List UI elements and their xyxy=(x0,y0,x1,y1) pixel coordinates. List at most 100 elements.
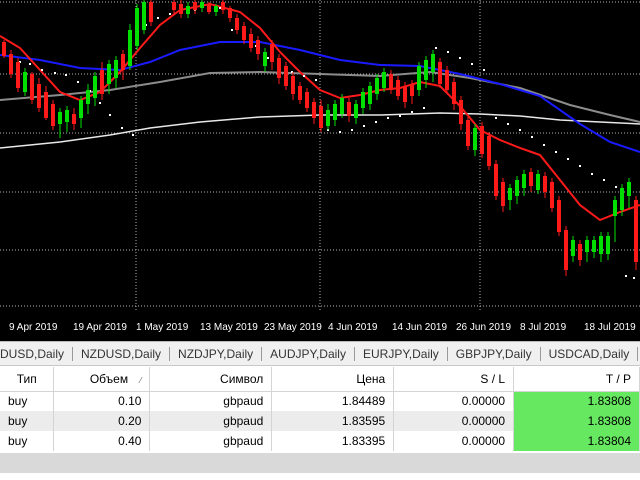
candle-body xyxy=(200,2,204,8)
candle-body xyxy=(585,240,589,252)
sar-dot xyxy=(219,7,221,9)
terminal-status-strip xyxy=(0,453,640,473)
date-label: 18 Jul 2019 xyxy=(584,322,636,333)
sar-dot xyxy=(169,13,171,15)
column-header-symbol[interactable]: Символ xyxy=(149,367,273,392)
date-label: 1 May 2019 xyxy=(136,322,189,333)
candle-body xyxy=(107,64,111,84)
candle-body xyxy=(65,110,69,122)
candle-body xyxy=(291,76,295,94)
candle-body xyxy=(16,62,20,88)
candle-body xyxy=(93,76,97,98)
tab-nzdusd-daily[interactable]: NZDUSD,Daily xyxy=(73,346,171,361)
candle-body xyxy=(135,8,139,46)
sar-dot xyxy=(303,75,305,77)
table-row[interactable]: buy 0.10 gbpaud 1.84489 0.00000 1.83808 xyxy=(0,391,640,411)
cell-tp: 1.83808 xyxy=(513,391,640,411)
candle-body xyxy=(128,30,132,66)
cell-tp: 1.83804 xyxy=(513,431,640,451)
cell-volume: 0.20 xyxy=(53,411,151,431)
candle-body xyxy=(410,84,414,96)
candle-body xyxy=(305,92,309,108)
column-header-volume-label: Объем xyxy=(89,371,129,386)
column-header-volume[interactable]: Объем ⁄ xyxy=(53,367,151,392)
cell-symbol: gbpaud xyxy=(149,431,273,451)
candle-body xyxy=(193,2,197,10)
sar-dot xyxy=(447,51,449,53)
date-label: 8 Jul 2019 xyxy=(520,322,567,333)
candle-body xyxy=(100,70,104,94)
tab-audjpy-daily[interactable]: AUDJPY,Daily xyxy=(262,346,355,361)
candle-body xyxy=(149,2,153,22)
sar-dot xyxy=(507,123,509,125)
tab-dusd-daily[interactable]: DUSD,Daily xyxy=(0,346,74,361)
candle-body xyxy=(340,98,344,114)
tab-gbpjpy-daily[interactable]: GBPJPY,Daily xyxy=(448,346,541,361)
candle-body xyxy=(214,6,218,12)
column-header-type[interactable]: Тип xyxy=(0,367,55,392)
sar-dot xyxy=(423,107,425,109)
candle-body xyxy=(522,174,526,188)
cell-price: 1.84489 xyxy=(271,391,395,411)
sar-dot xyxy=(315,79,317,81)
candle-body xyxy=(606,236,610,254)
column-header-tp[interactable]: T / P xyxy=(513,367,640,392)
candle-body xyxy=(114,60,118,78)
candle-body xyxy=(58,112,62,124)
candle-body xyxy=(354,104,358,118)
tab-usdcad-daily[interactable]: USDCAD,Daily xyxy=(541,346,639,361)
candle-body xyxy=(466,120,470,146)
candle-body xyxy=(389,74,393,90)
candle-body xyxy=(72,114,76,124)
sar-dot xyxy=(267,57,269,59)
candle-body xyxy=(529,172,533,186)
sar-dot xyxy=(531,136,533,138)
candle-body xyxy=(578,244,582,260)
column-header-price[interactable]: Цена xyxy=(271,367,395,392)
candle-body xyxy=(270,44,274,62)
candle-body xyxy=(571,240,575,256)
table-row[interactable]: buy 0.40 gbpaud 1.83395 0.00000 1.83804 xyxy=(0,431,640,451)
candle-body xyxy=(375,78,379,94)
candle-body xyxy=(30,74,34,100)
sar-dot xyxy=(591,173,593,175)
date-label: 26 Jun 2019 xyxy=(456,322,512,333)
cell-type: buy xyxy=(0,431,55,451)
cell-sl: 0.00000 xyxy=(393,391,515,411)
date-label: 19 Apr 2019 xyxy=(73,322,127,333)
sar-dot xyxy=(483,69,485,71)
cell-type: buy xyxy=(0,411,55,431)
candle-body xyxy=(445,70,449,90)
sar-dot xyxy=(603,179,605,181)
candle-body xyxy=(79,100,83,118)
candle-body xyxy=(9,54,13,74)
chart-canvas[interactable] xyxy=(0,0,640,341)
sar-dot xyxy=(375,121,377,123)
sort-indicator-icon: ⁄ xyxy=(140,375,142,385)
sar-dot xyxy=(65,74,67,76)
candle-body xyxy=(298,86,302,100)
chart-tabs-bar: DUSD,Daily NZDUSD,Daily NZDJPY,Daily AUD… xyxy=(0,341,640,366)
candle-body xyxy=(207,4,211,12)
cell-price: 1.83395 xyxy=(271,431,395,451)
candle-body xyxy=(319,106,323,128)
candle-body xyxy=(368,86,372,104)
tab-nzdjpy-daily[interactable]: NZDJPY,Daily xyxy=(170,346,263,361)
sar-dot xyxy=(77,81,79,83)
candle-body xyxy=(347,102,351,116)
price-chart[interactable]: 9 Apr 2019 19 Apr 2019 1 May 2019 13 May… xyxy=(0,0,640,341)
candle-body xyxy=(396,80,400,96)
candle-body xyxy=(599,236,603,254)
sar-dot xyxy=(157,17,159,19)
candle-body xyxy=(249,34,253,48)
sar-dot xyxy=(471,63,473,65)
table-row[interactable]: buy 0.20 gbpaud 1.83595 0.00000 1.83808 xyxy=(0,411,640,431)
candle-body xyxy=(480,126,484,154)
tab-eurjpy-daily[interactable]: EURJPY,Daily xyxy=(355,346,448,361)
candle-body xyxy=(86,90,90,104)
candle-body xyxy=(186,6,190,14)
candle-body xyxy=(263,52,267,66)
candle-body xyxy=(634,200,638,262)
column-header-sl[interactable]: S / L xyxy=(393,367,515,392)
sar-dot xyxy=(339,131,341,133)
